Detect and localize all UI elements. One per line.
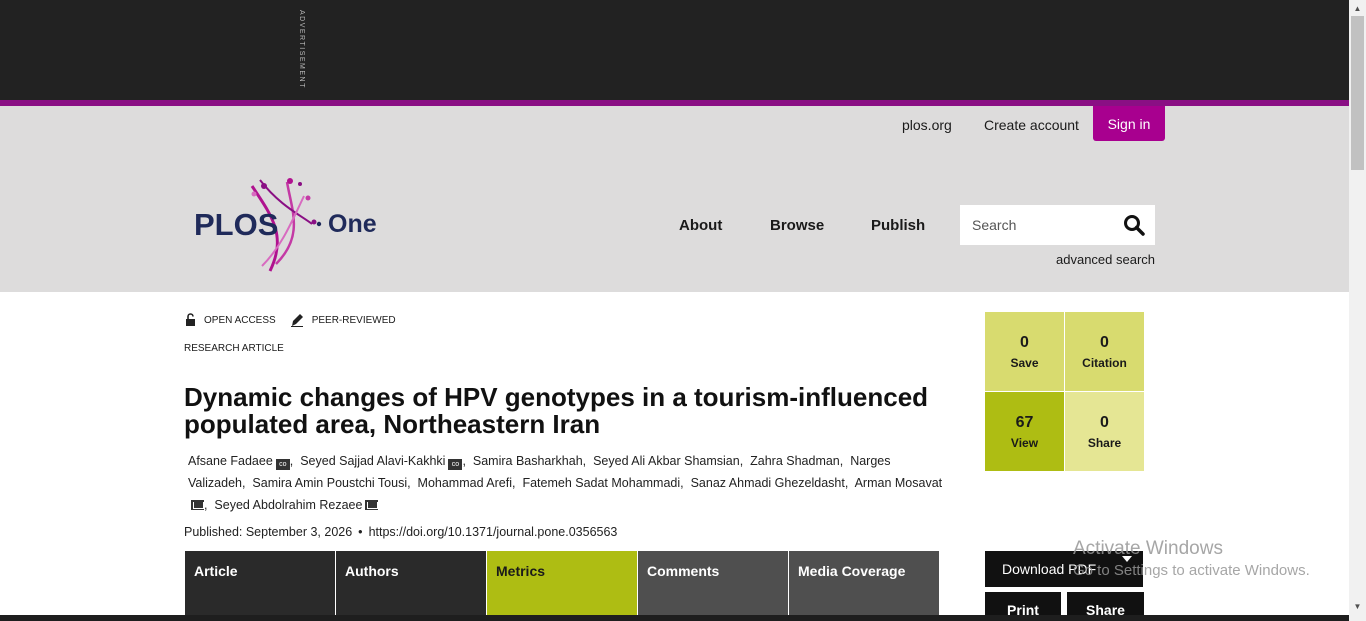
metric-save[interactable]: 0 Save: [985, 312, 1064, 391]
tab-media-coverage[interactable]: Media Coverage: [789, 551, 939, 621]
author-list: Afsane Fadaee co, Seyed Sajjad Alavi-Kakh…: [188, 450, 948, 516]
pdf-dropdown-toggle[interactable]: [1111, 551, 1143, 567]
author-item: Seyed Sajjad Alavi-Kakhki co,: [300, 454, 473, 470]
author-item: Seyed Abdolrahim Rezaee: [214, 498, 379, 512]
author-name[interactable]: Arman Mosavat: [855, 476, 943, 490]
plos-org-link[interactable]: plos.org: [902, 117, 952, 133]
author-name[interactable]: Samira Amin Poustchi Tousi: [252, 476, 407, 490]
scrollbar-thumb[interactable]: [1351, 16, 1364, 170]
publication-info: Published: September 3, 2026 • https://doi…: [184, 525, 618, 539]
author-name[interactable]: Fatemeh Sadat Mohammadi: [522, 476, 680, 490]
author-name[interactable]: Sanaz Ahmadi Ghezeldasht: [691, 476, 845, 490]
author-name[interactable]: Seyed Abdolrahim Rezaee: [214, 498, 362, 512]
author-name[interactable]: Mohammad Arefi: [418, 476, 512, 490]
tab-comments[interactable]: Comments: [638, 551, 788, 621]
search-box: [960, 205, 1155, 245]
advertisement-banner: ADVERTISEMENT: [0, 0, 1349, 100]
peer-reviewed-icon: [290, 314, 303, 327]
metric-view[interactable]: 67 View: [985, 392, 1064, 471]
article-type: RESEARCH ARTICLE: [184, 343, 284, 354]
mail-icon[interactable]: [365, 500, 379, 510]
co-author-icon: co: [275, 459, 290, 470]
nav-about[interactable]: About: [679, 217, 722, 234]
author-item: Samira Amin Poustchi Tousi,: [252, 476, 418, 490]
metrics-tiles: 0 Save 0 Citation 67 View 0 Share: [985, 312, 1144, 471]
author-name[interactable]: Seyed Ali Akbar Shamsian: [593, 454, 740, 468]
author-name[interactable]: Afsane Fadaee: [188, 454, 273, 468]
tab-authors[interactable]: Authors: [336, 551, 486, 621]
advanced-search-link[interactable]: advanced search: [1056, 252, 1155, 267]
metric-share[interactable]: 0 Share: [1065, 392, 1144, 471]
download-pdf-button[interactable]: Download PDF: [985, 551, 1143, 587]
doi-link[interactable]: https://doi.org/10.1371/journal.pone.035…: [369, 525, 618, 539]
author-item: Fatemeh Sadat Mohammadi,: [522, 476, 691, 490]
chevron-down-icon: [1122, 556, 1132, 562]
sign-in-button[interactable]: Sign in: [1093, 106, 1165, 141]
plos-logo-mark: PLOS One: [194, 178, 377, 272]
author-item: Sanaz Ahmadi Ghezeldasht,: [690, 476, 855, 490]
search-icon[interactable]: [1123, 214, 1145, 236]
published-date: Published: September 3, 2026: [184, 525, 353, 539]
article-badges: OPEN ACCESS PEER-REVIEWED: [184, 313, 396, 327]
open-access-badge: OPEN ACCESS: [204, 314, 276, 326]
logo-one-text: One: [328, 210, 377, 238]
author-item: Seyed Ali Akbar Shamsian,: [593, 454, 751, 468]
plos-one-logo[interactable]: PLOS One: [192, 176, 392, 272]
metric-view-value: 67: [1015, 413, 1034, 431]
site-header: plos.org Create account Sign in PLOS One…: [0, 106, 1349, 292]
tab-article[interactable]: Article: [185, 551, 335, 621]
create-account-link[interactable]: Create account: [984, 117, 1079, 133]
nav-browse[interactable]: Browse: [770, 217, 824, 234]
author-name[interactable]: Seyed Sajjad Alavi-Kakhki: [300, 454, 445, 468]
peer-reviewed-badge: PEER-REVIEWED: [311, 314, 396, 326]
author-name[interactable]: Zahra Shadman: [750, 454, 840, 468]
tab-metrics[interactable]: Metrics: [487, 551, 637, 621]
metric-citation[interactable]: 0 Citation: [1065, 312, 1144, 391]
open-lock-icon: [186, 313, 195, 326]
taskbar-edge: [0, 615, 1349, 621]
metric-save-value: 0: [1020, 333, 1029, 351]
author-name[interactable]: Samira Basharkhah: [473, 454, 583, 468]
search-input[interactable]: [960, 217, 1110, 233]
mail-icon[interactable]: [191, 500, 204, 510]
author-item: Mohammad Arefi,: [417, 476, 523, 490]
metric-share-value: 0: [1100, 413, 1109, 431]
metric-save-label: Save: [1010, 355, 1039, 370]
metric-citation-label: Citation: [1082, 355, 1127, 370]
scroll-down-icon[interactable]: ▼: [1349, 598, 1366, 614]
co-author-icon: co: [448, 459, 463, 470]
metric-view-label: View: [1010, 435, 1039, 450]
download-pdf-label: Download PDF: [1002, 561, 1097, 577]
author-item: Zahra Shadman,: [750, 454, 851, 468]
advertisement-label: ADVERTISEMENT: [298, 10, 305, 89]
article-tabs: Article Authors Metrics Comments Media C…: [185, 551, 939, 621]
metric-citation-value: 0: [1100, 333, 1109, 351]
scroll-up-icon[interactable]: ▲: [1349, 0, 1366, 16]
author-item: Afsane Fadaee co,: [188, 454, 301, 470]
author-item: Samira Basharkhah,: [472, 454, 594, 468]
nav-publish[interactable]: Publish: [871, 217, 925, 234]
metric-share-label: Share: [1087, 435, 1122, 450]
article-title: Dynamic changes of HPV genotypes in a to…: [184, 382, 929, 439]
logo-plos-text: PLOS: [194, 207, 278, 242]
